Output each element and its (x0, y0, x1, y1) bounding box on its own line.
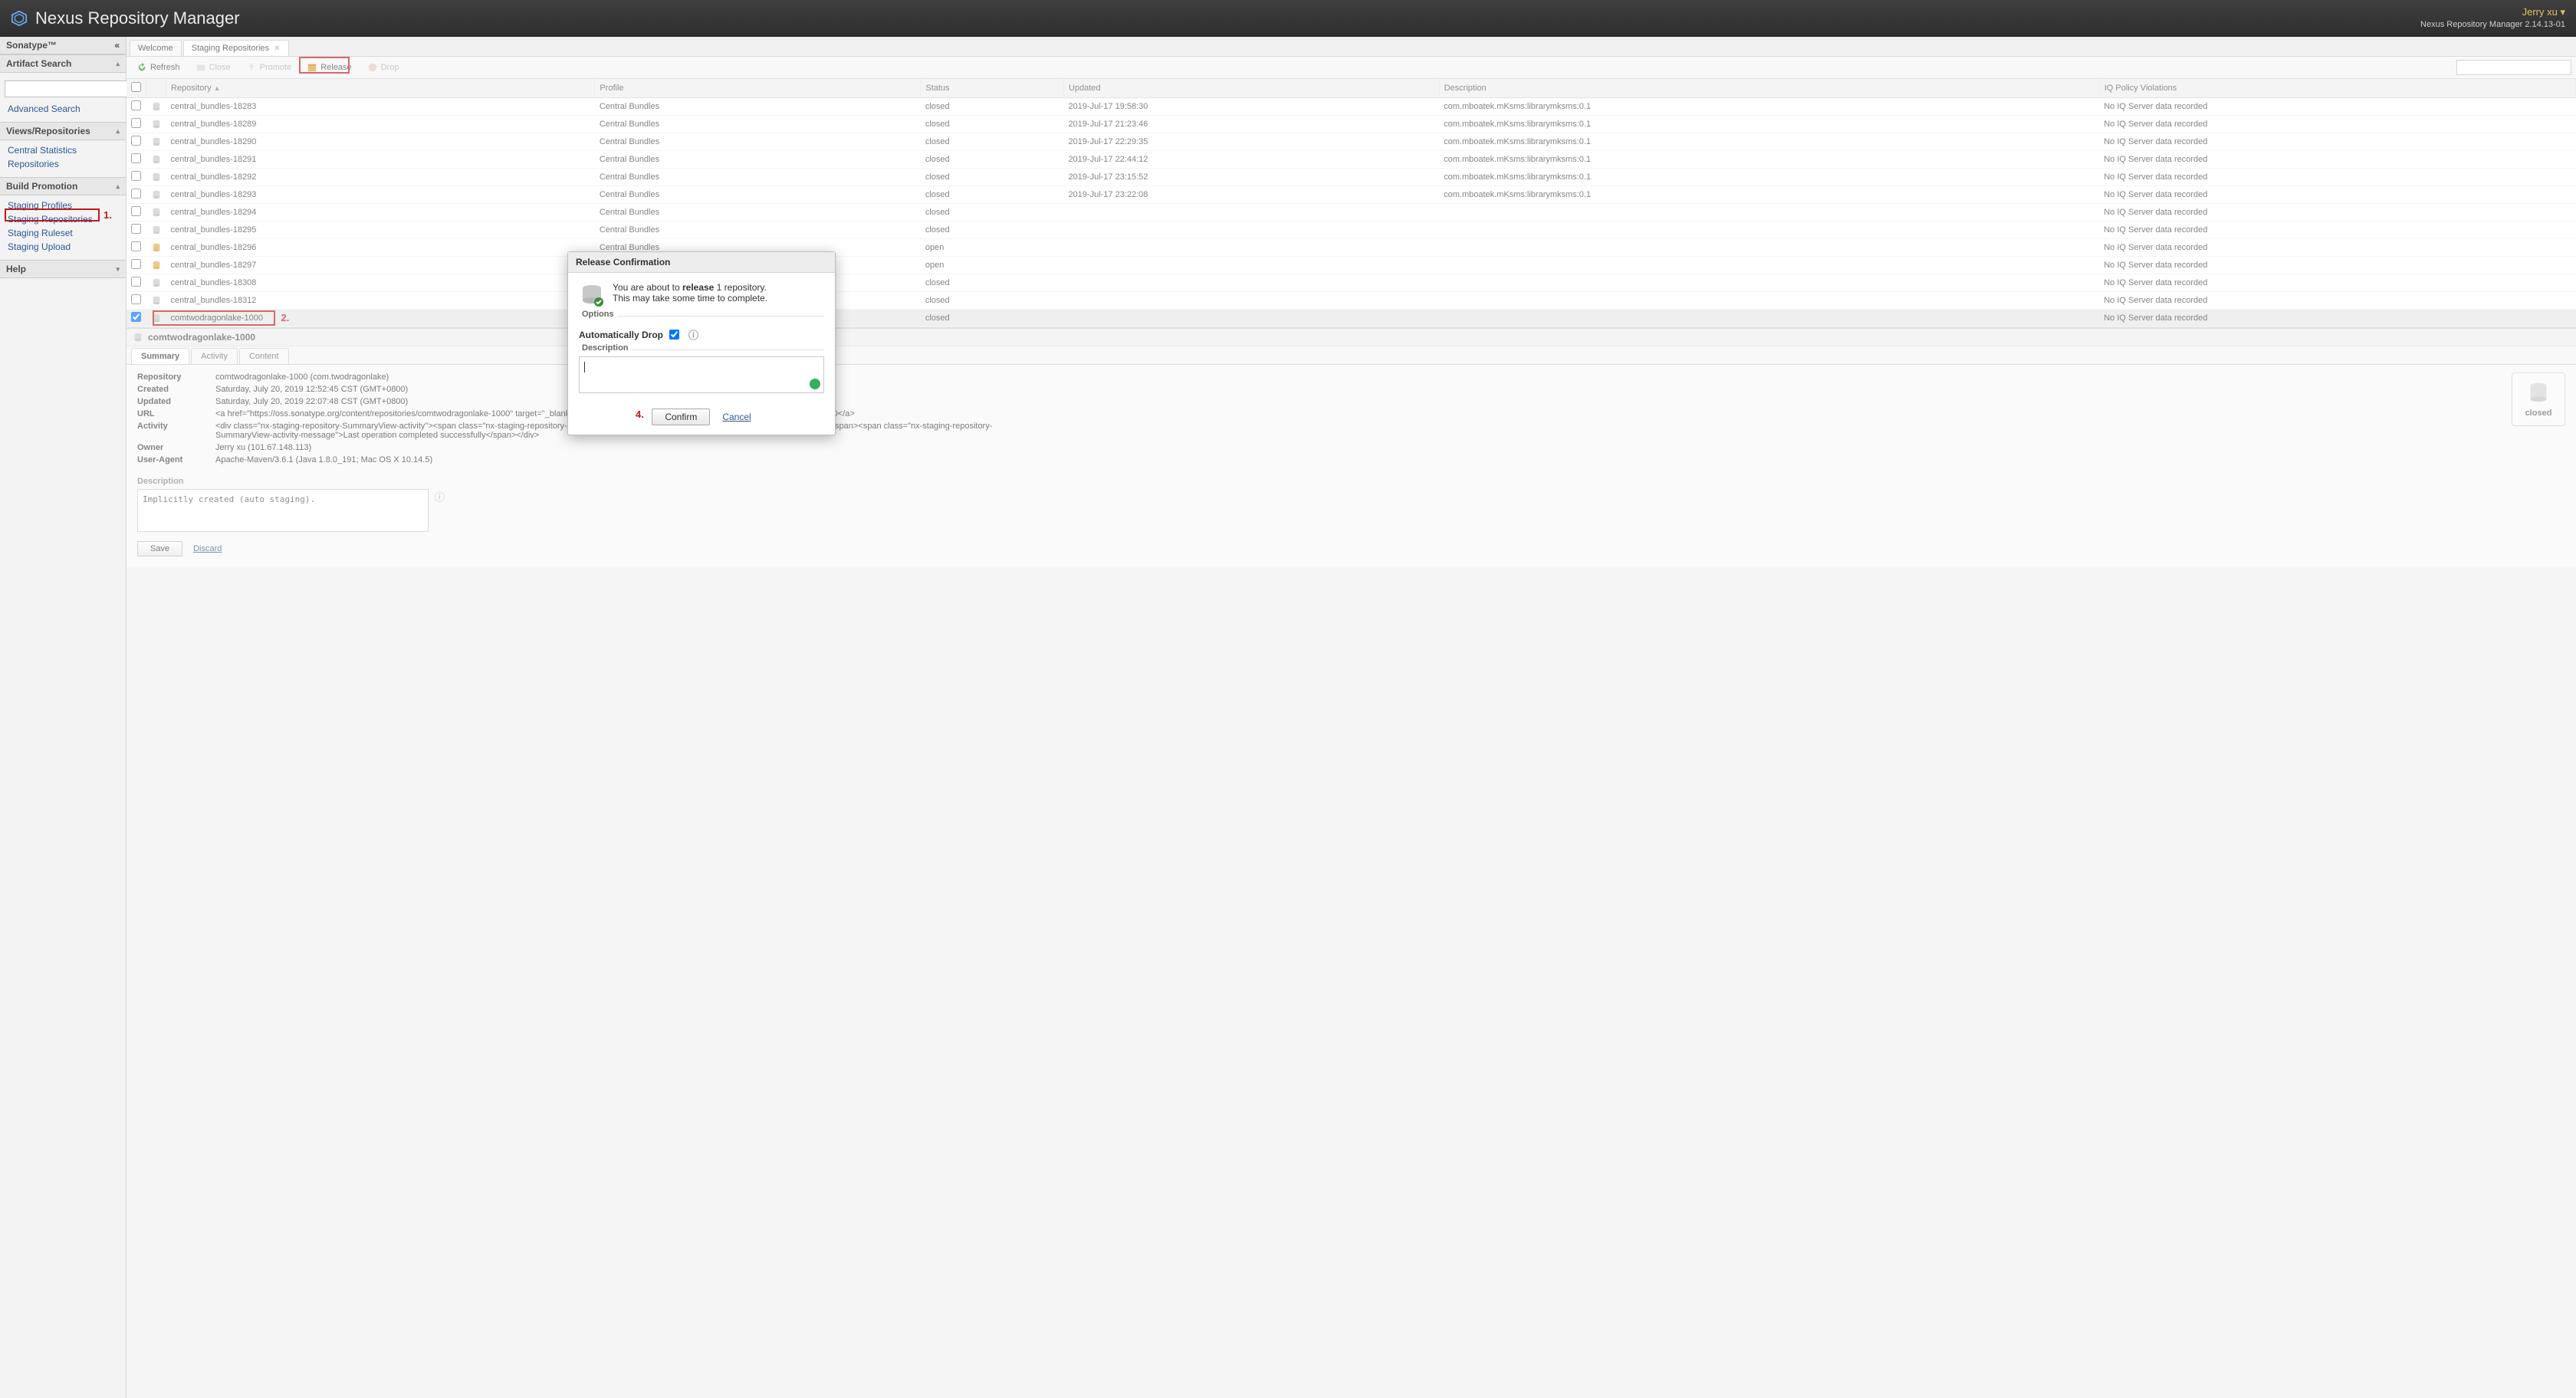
grammarly-icon (810, 379, 820, 389)
modal-description-textarea[interactable] (579, 356, 824, 393)
sidebar-group-help[interactable]: Help ▾ (0, 260, 126, 278)
modal-message: You are about to release 1 repository. T… (613, 282, 767, 304)
description-legend: Description (579, 343, 632, 353)
chevron-down-icon: ▾ (116, 265, 120, 274)
app-header: Nexus Repository Manager Jerry xu ▾ Nexu… (0, 0, 2576, 37)
sidebar-group-artifact-search[interactable]: Artifact Search ▴ (0, 54, 126, 73)
sidebar-item-staging-ruleset[interactable]: Staging Ruleset (0, 226, 126, 240)
sonatype-bar[interactable]: Sonatype™ « (0, 37, 126, 54)
sonatype-label: Sonatype™ (6, 40, 57, 51)
sidebar-group-label: Help (6, 264, 26, 274)
annotation-4: 4. (636, 409, 644, 420)
nexus-logo-icon (11, 10, 28, 27)
sidebar-group-label: Build Promotion (6, 181, 77, 192)
options-legend: Options (579, 310, 617, 319)
chevron-down-icon: ▾ (2560, 6, 2565, 18)
product-version: Nexus Repository Manager 2.14.13-01 (2420, 19, 2565, 30)
sidebar-group-build-promotion[interactable]: Build Promotion ▴ (0, 177, 126, 195)
sidebar-group-label: Views/Repositories (6, 126, 90, 136)
auto-drop-label: Automatically Drop (579, 330, 663, 340)
cancel-link[interactable]: Cancel (722, 412, 751, 422)
content-area: Welcome Staging Repositories✕ Refresh Cl… (127, 37, 2576, 1398)
brand: Nexus Repository Manager (11, 8, 240, 28)
help-icon[interactable]: ⓘ (688, 327, 698, 342)
app-title: Nexus Repository Manager (35, 8, 240, 28)
annotation-1: 1. (104, 209, 112, 221)
chevron-up-icon: ▴ (116, 182, 120, 191)
sidebar-group-views[interactable]: Views/Repositories ▴ (0, 122, 126, 140)
sidebar-item-staging-upload[interactable]: Staging Upload (0, 240, 126, 254)
release-confirmation-modal: Release Confirmation You are about to re… (567, 251, 836, 435)
database-icon (579, 282, 605, 308)
sidebar: Sonatype™ « Artifact Search ▴ 🔍 Advanced… (0, 37, 127, 1398)
sidebar-group-label: Artifact Search (6, 58, 71, 69)
chevron-up-icon: ▴ (116, 127, 120, 136)
modal-mask (127, 37, 2576, 1398)
auto-drop-checkbox[interactable] (669, 330, 679, 340)
chevron-up-icon: ▴ (116, 60, 120, 68)
username-menu[interactable]: Jerry xu ▾ (2420, 6, 2565, 19)
collapse-icon: « (114, 40, 120, 51)
modal-title: Release Confirmation (568, 252, 835, 273)
sidebar-item-central-statistics[interactable]: Central Statistics (0, 143, 126, 157)
sidebar-item-repositories[interactable]: Repositories (0, 157, 126, 171)
user-info: Jerry xu ▾ Nexus Repository Manager 2.14… (2420, 6, 2565, 30)
advanced-search-link[interactable]: Advanced Search (0, 102, 126, 116)
confirm-button[interactable]: Confirm (652, 409, 710, 425)
